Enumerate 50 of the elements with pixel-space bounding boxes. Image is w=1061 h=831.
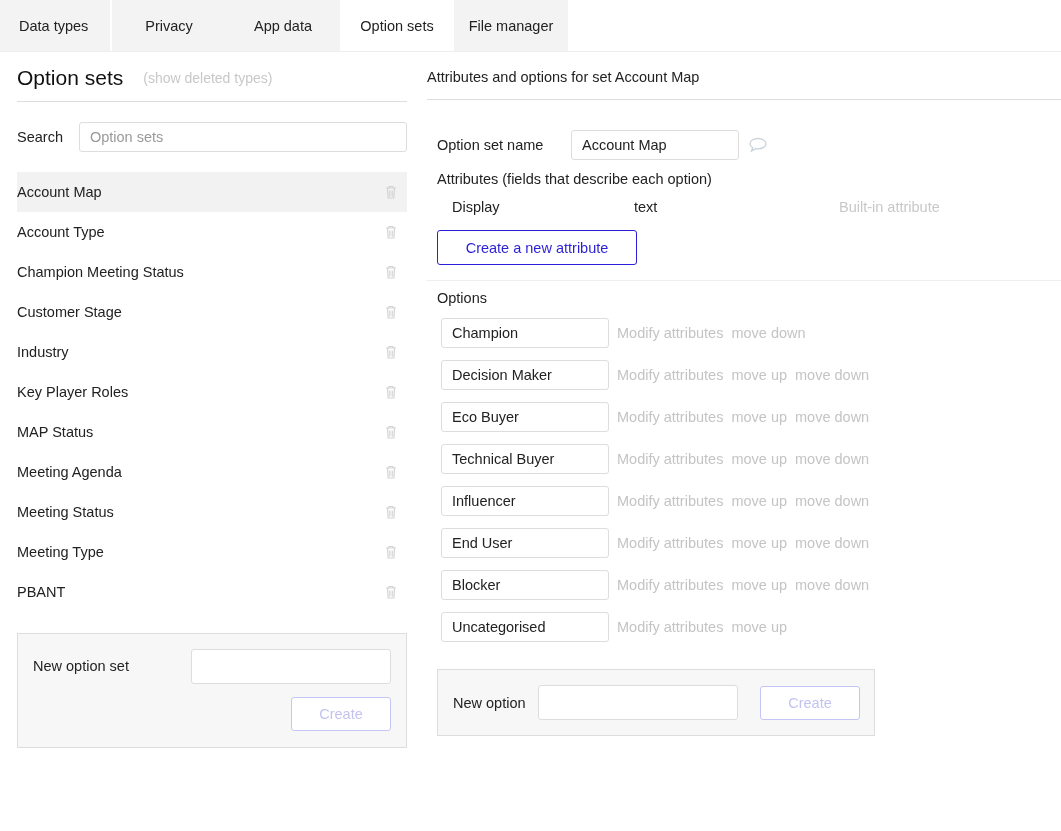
option-set-item[interactable]: Customer Stage bbox=[17, 292, 407, 332]
section-label: Options bbox=[427, 280, 1061, 306]
option-set-item[interactable]: Industry bbox=[17, 332, 407, 372]
new-option-field[interactable] bbox=[538, 685, 738, 720]
search-label: Search bbox=[17, 129, 63, 145]
comment-icon[interactable] bbox=[748, 137, 768, 153]
search-field[interactable]: Option sets bbox=[78, 122, 407, 152]
option-set-item[interactable]: Meeting Type bbox=[17, 532, 407, 572]
trash-icon[interactable] bbox=[385, 425, 397, 439]
option-set-item[interactable]: Champion Meeting Status bbox=[17, 252, 407, 292]
option-set-item[interactable]: MAP Status bbox=[17, 412, 407, 452]
name-field[interactable]: Account Map bbox=[571, 130, 739, 160]
create-attribute-button[interactable]: Create a new attribute bbox=[437, 230, 637, 265]
option-field[interactable]: Champion bbox=[441, 318, 609, 348]
trash-icon[interactable] bbox=[385, 585, 397, 599]
attribute-name: Display bbox=[452, 199, 501, 215]
option-field[interactable]: Blocker bbox=[441, 570, 609, 600]
field-label: Option set name bbox=[437, 137, 545, 153]
option-set-item[interactable]: Meeting Status bbox=[17, 492, 407, 532]
option-field[interactable]: Eco Buyer bbox=[441, 402, 609, 432]
trash-icon[interactable] bbox=[385, 305, 397, 319]
trash-icon[interactable] bbox=[385, 385, 397, 399]
option-set-item[interactable]: Key Player Roles bbox=[17, 372, 407, 412]
option-set-item[interactable]: PBANT bbox=[17, 572, 407, 612]
tab[interactable]: Privacy bbox=[112, 0, 226, 51]
option-set-item[interactable]: Meeting Agenda bbox=[17, 452, 407, 492]
trash-icon[interactable] bbox=[385, 225, 397, 239]
trash-icon[interactable] bbox=[385, 345, 397, 359]
section-label: Attributes (fields that describe each option) bbox=[436, 171, 713, 187]
option-set-item[interactable]: Account Map bbox=[17, 172, 407, 212]
trash-icon[interactable] bbox=[385, 505, 397, 519]
option-set-item[interactable]: Account Type bbox=[17, 212, 407, 252]
trash-icon[interactable] bbox=[385, 465, 397, 479]
trash-icon[interactable] bbox=[385, 545, 397, 559]
trash-icon[interactable] bbox=[385, 185, 397, 199]
section-heading: Attributes and options for set Account Map bbox=[427, 52, 1061, 100]
field-label: New option bbox=[453, 694, 527, 711]
attribute-type: text bbox=[634, 199, 659, 215]
tab[interactable]: App data bbox=[226, 0, 340, 51]
panel-title: Option sets bbox=[17, 65, 124, 90]
tab[interactable]: Data types bbox=[0, 0, 110, 51]
tab[interactable]: File manager bbox=[454, 0, 568, 51]
option-field[interactable]: Decision Maker bbox=[441, 360, 609, 390]
trash-icon[interactable] bbox=[385, 265, 397, 279]
option-field[interactable]: Technical Buyer bbox=[441, 444, 609, 474]
option-field[interactable]: Influencer bbox=[441, 486, 609, 516]
option-field[interactable]: End User bbox=[441, 528, 609, 558]
option-field[interactable]: Uncategorised bbox=[441, 612, 609, 642]
new-option-set-field[interactable] bbox=[191, 648, 391, 684]
field-label: New option set bbox=[33, 658, 130, 674]
